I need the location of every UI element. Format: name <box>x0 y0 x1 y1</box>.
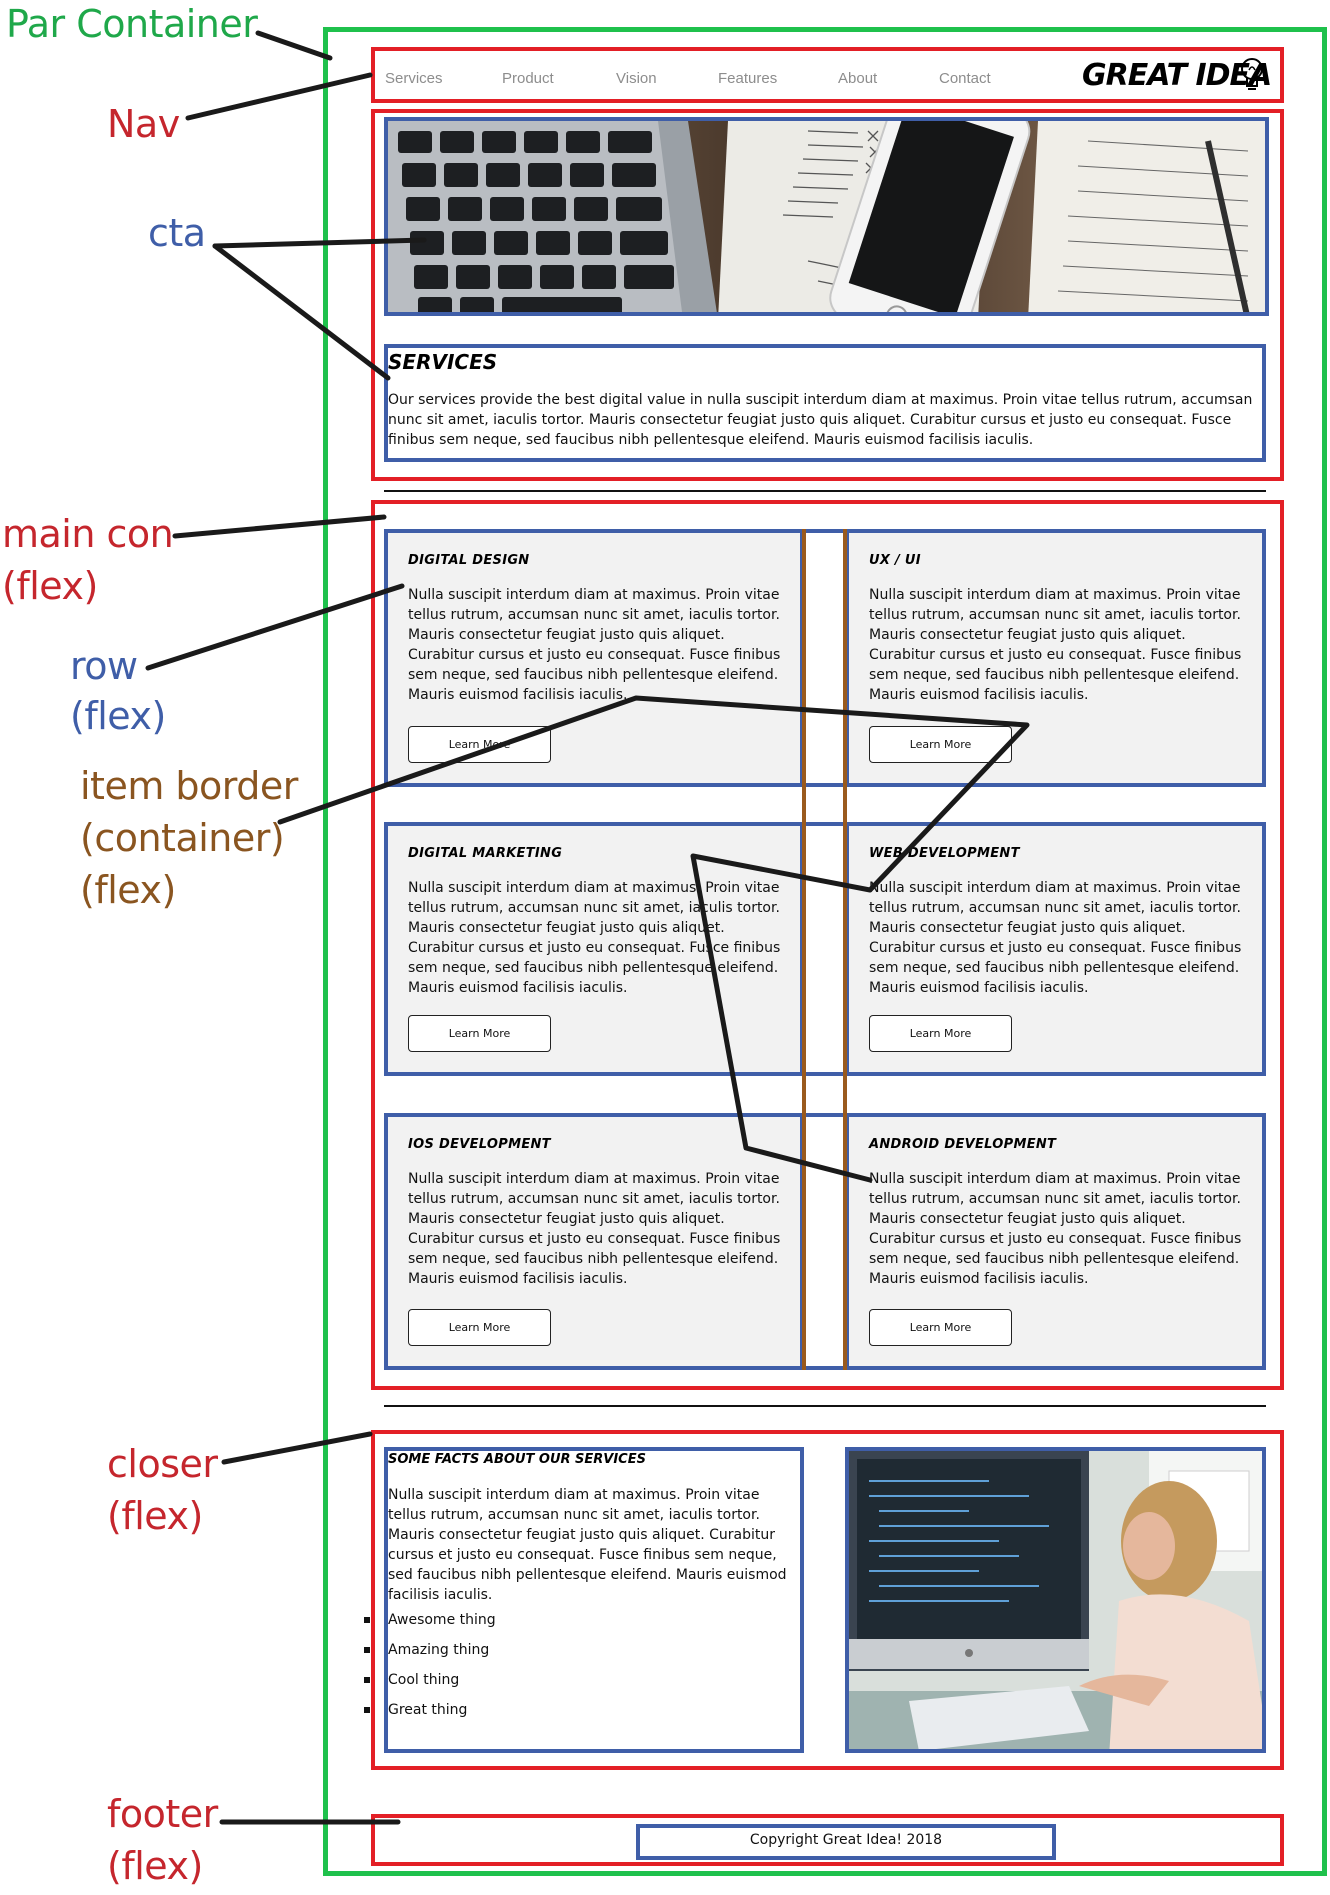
annotation-lines <box>145 30 1030 1825</box>
